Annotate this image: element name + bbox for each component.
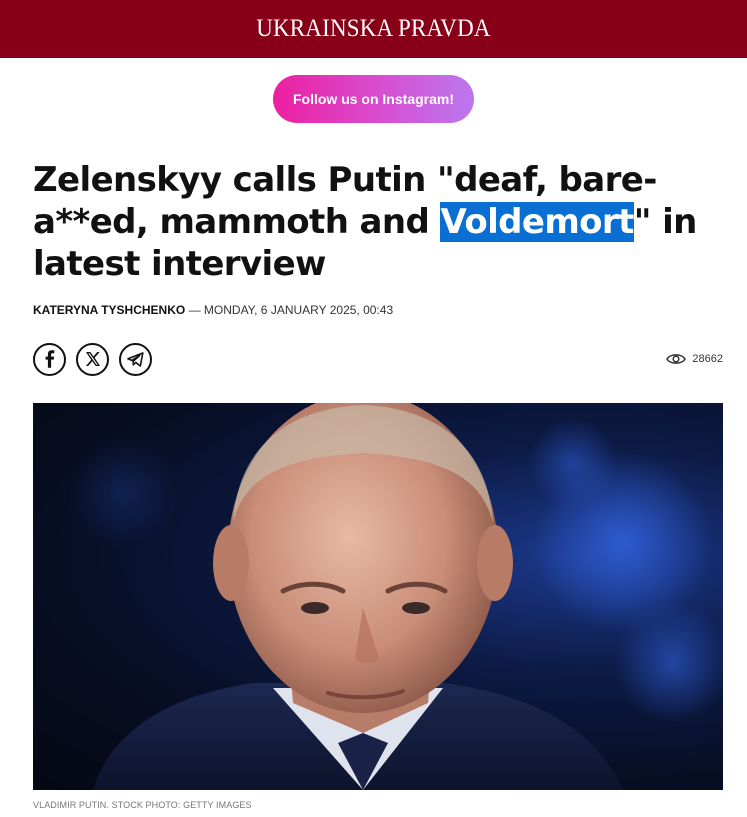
byline: KATERYNA TYSHCHENKO — MONDAY, 6 JANUARY … xyxy=(33,303,723,317)
share-facebook-button[interactable] xyxy=(33,342,66,376)
article: Zelenskyy calls Putin "deaf, bare-a**ed,… xyxy=(0,159,747,810)
eye-icon xyxy=(666,354,687,364)
author-link[interactable]: KATERYNA TYSHCHENKO xyxy=(33,303,185,317)
facebook-icon xyxy=(45,350,54,368)
view-counter: 28662 xyxy=(666,352,723,366)
share-row: 28662 xyxy=(33,341,723,377)
title-selected-text: Voldemort xyxy=(440,202,634,242)
share-buttons xyxy=(33,342,152,376)
portrait-illustration xyxy=(68,403,723,790)
photo-caption: VLADIMIR PUTIN. STOCK PHOTO: GETTY IMAGE… xyxy=(33,800,252,810)
site-header: UKRAINSKA PRAVDA xyxy=(0,0,747,58)
follow-instagram-button[interactable]: Follow us on Instagram! xyxy=(273,75,474,123)
x-icon xyxy=(85,352,100,366)
site-logo[interactable]: UKRAINSKA PRAVDA xyxy=(256,15,490,43)
byline-separator: — xyxy=(185,303,204,317)
telegram-icon xyxy=(127,351,144,367)
article-title: Zelenskyy calls Putin "deaf, bare-a**ed,… xyxy=(33,159,713,285)
instagram-promo: Follow us on Instagram! xyxy=(0,75,747,123)
share-x-button[interactable] xyxy=(76,342,109,376)
publish-date: MONDAY, 6 JANUARY 2025, 00:43 xyxy=(203,303,394,317)
share-telegram-button[interactable] xyxy=(119,342,152,376)
article-photo[interactable] xyxy=(33,403,723,790)
view-count: 28662 xyxy=(692,353,723,365)
